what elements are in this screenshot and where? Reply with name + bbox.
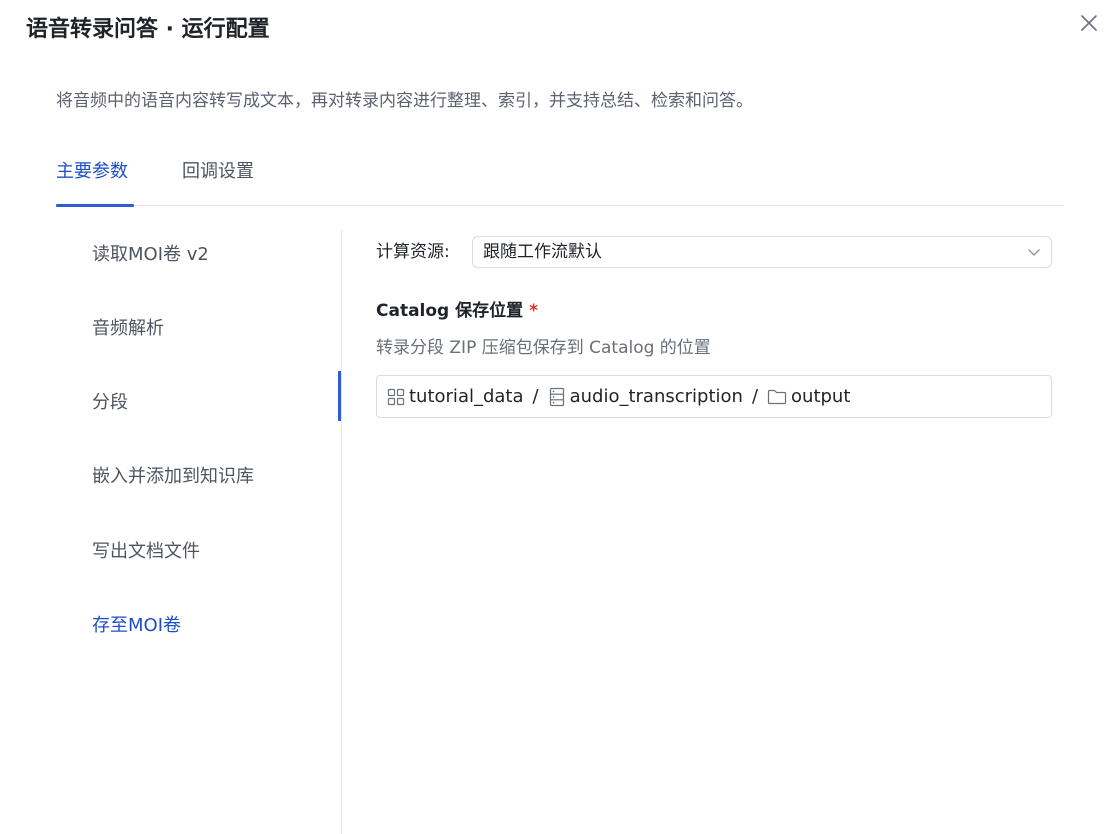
compute-resource-select[interactable]: 跟随工作流默认 — [472, 236, 1052, 268]
compute-resource-value: 跟随工作流默认 — [483, 242, 602, 262]
required-mark: * — [529, 301, 539, 321]
nav-item-segment[interactable]: 分段 — [92, 381, 128, 425]
tab-active-underline — [56, 204, 134, 207]
nav-item-save-moi-volume[interactable]: 存至MOI卷 — [92, 604, 181, 648]
nav-item-read-moi-volume[interactable]: 读取MOI卷 v2 — [92, 233, 209, 277]
path-segment-database[interactable]: audio_transcription — [548, 386, 743, 407]
path-segment-label: audio_transcription — [569, 386, 743, 407]
compute-resource-row: 计算资源: 跟随工作流默认 — [376, 236, 1052, 268]
tab-bar: 主要参数 回调设置 — [56, 154, 1064, 207]
catalog-location-label-text: Catalog 保存位置 — [376, 301, 524, 321]
compute-resource-label: 计算资源: — [376, 242, 450, 262]
nav-active-indicator — [338, 371, 341, 421]
database-icon — [549, 387, 564, 406]
path-separator: / — [751, 386, 759, 407]
tab-main-params[interactable]: 主要参数 — [56, 154, 134, 207]
chevron-down-icon — [1028, 249, 1040, 256]
path-separator: / — [532, 386, 539, 407]
folder-icon — [767, 389, 787, 404]
close-button[interactable] — [1076, 10, 1102, 36]
grid-icon — [387, 388, 405, 405]
path-segment-folder[interactable]: output — [767, 386, 850, 407]
dialog-title: 语音转录问答 · 运行配置 — [26, 17, 270, 42]
dialog-description: 将音频中的语音内容转写成文本，再对转录内容进行整理、索引，并支持总结、检索和问答… — [56, 91, 753, 111]
nav-item-audio-parse[interactable]: 音频解析 — [92, 307, 164, 351]
nav-item-write-document[interactable]: 写出文档文件 — [92, 530, 200, 574]
nav-item-embed-knowledge-base[interactable]: 嵌入并添加到知识库 — [92, 455, 254, 499]
path-segment-catalog[interactable]: tutorial_data — [387, 386, 524, 407]
close-icon — [1081, 15, 1097, 31]
catalog-location-label: Catalog 保存位置 * — [376, 298, 538, 324]
path-segment-label: tutorial_data — [409, 386, 524, 407]
tab-label: 主要参数 — [56, 161, 128, 182]
run-config-dialog: 语音转录问答 · 运行配置 将音频中的语音内容转写成文本，再对转录内容进行整理、… — [0, 0, 1116, 834]
catalog-location-help: 转录分段 ZIP 压缩包保存到 Catalog 的位置 — [376, 338, 711, 358]
tab-label: 回调设置 — [182, 161, 254, 182]
step-nav: 读取MOI卷 v2 音频解析 分段 嵌入并添加到知识库 写出文档文件 存至MOI… — [0, 230, 342, 834]
tab-callback-settings[interactable]: 回调设置 — [182, 154, 254, 206]
catalog-path-picker[interactable]: tutorial_data / audio_transcription / ou… — [376, 375, 1052, 418]
path-segment-label: output — [791, 386, 851, 407]
